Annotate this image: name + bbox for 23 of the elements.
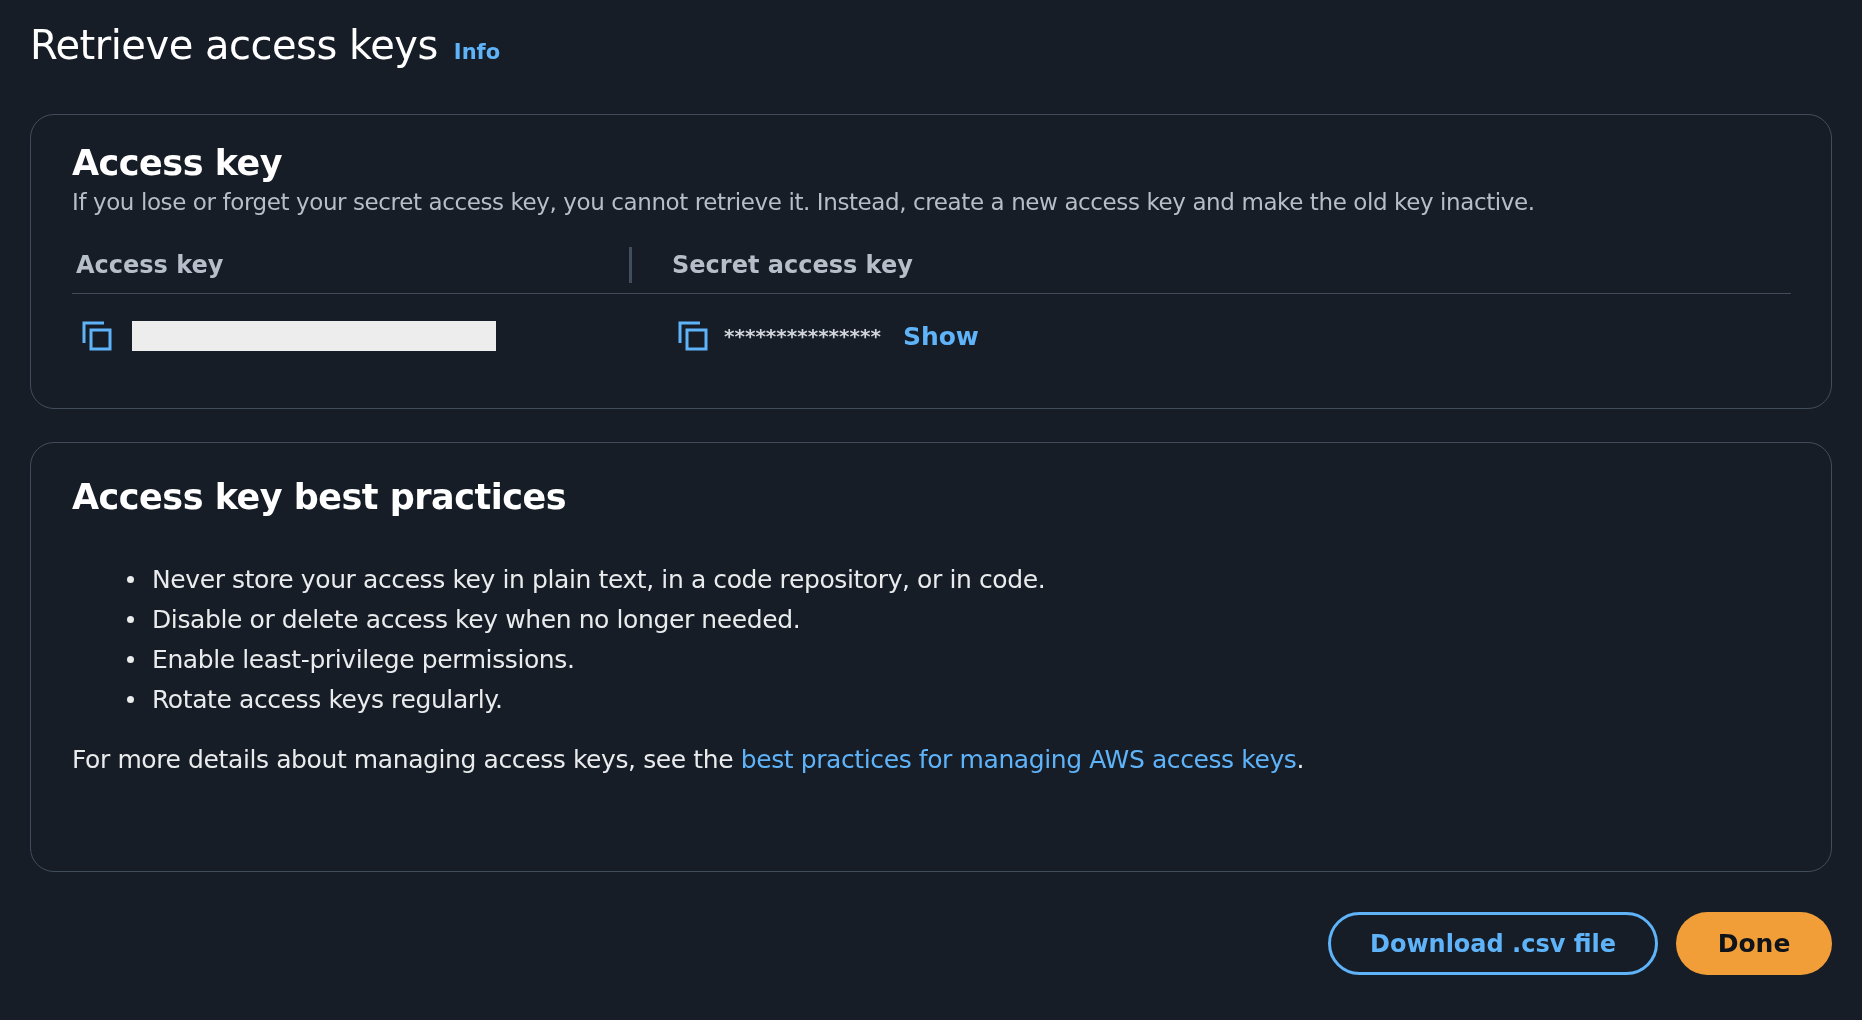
bullet-icon <box>127 615 134 623</box>
copy-icon[interactable] <box>678 321 708 351</box>
bullet-icon <box>127 695 134 703</box>
copy-icon[interactable] <box>82 321 112 351</box>
details-text: For more details about managing access keys, see the best practices for managing AWS access keys. <box>72 745 1306 774</box>
best-practices-link[interactable]: best practices for managing AWS access keys <box>740 745 1297 774</box>
info-link[interactable]: Info <box>453 40 501 64</box>
card-heading: Access key best practices <box>72 477 567 517</box>
download-button[interactable]: Download .csv file <box>1328 912 1658 975</box>
bullet-icon <box>127 655 134 663</box>
show-link[interactable]: Show <box>902 321 979 351</box>
list-item: Rotate access keys regularly. <box>152 684 503 714</box>
list-item: Enable least-privilege permissions. <box>152 644 575 674</box>
done-button[interactable]: Done <box>1676 912 1832 975</box>
card-description: If you lose or forget your secret access key, you cannot retrieve it. Instead, create a new access key and make the old key inactive. <box>72 189 1536 215</box>
card-heading: Access key <box>72 143 284 183</box>
column-header: Secret access key <box>672 251 913 279</box>
bullet-icon <box>127 575 134 583</box>
list-item: Disable or delete access key when no longer needed. <box>152 604 801 634</box>
list-item: Never store your access key in plain text, in a code repository, or in code. <box>152 564 1046 594</box>
page-title: Retrieve access keys <box>30 22 438 68</box>
secret-value: *************** <box>724 324 881 348</box>
column-header: Access key <box>76 251 224 279</box>
